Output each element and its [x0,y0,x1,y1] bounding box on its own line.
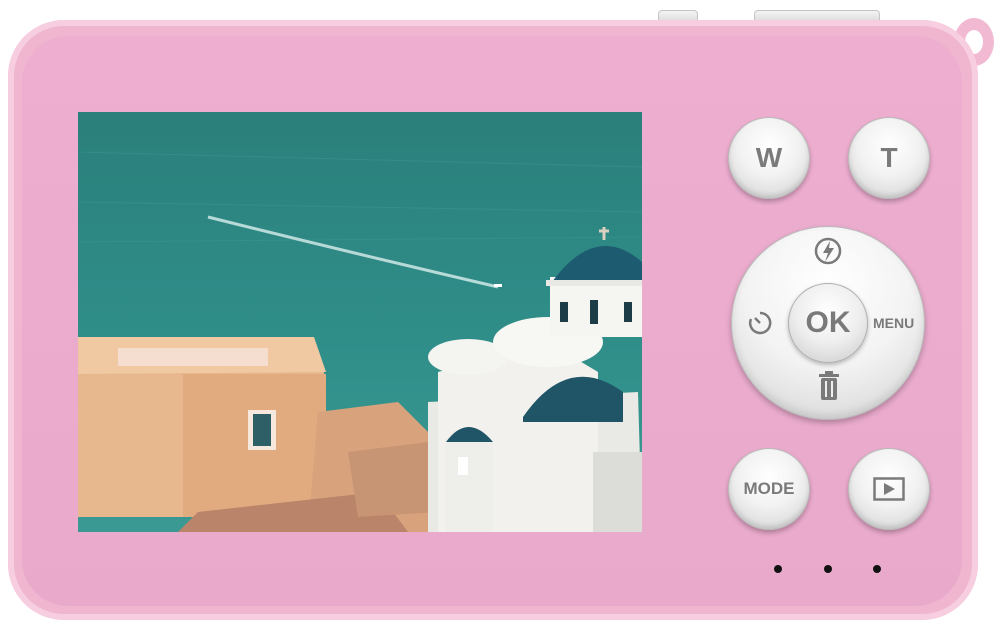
ok-button[interactable]: OK [788,283,868,363]
flash-icon[interactable] [813,236,843,266]
playback-button[interactable] [848,448,930,530]
zoom-tele-label: T [880,142,898,173]
trash-icon[interactable] [816,370,842,402]
playback-icon [873,477,905,501]
zoom-wide-button[interactable]: W [728,117,810,199]
mode-label: MODE [743,479,795,498]
zoom-wide-label: W [755,142,783,173]
screen-photo [78,112,642,532]
self-timer-icon[interactable] [747,310,773,336]
speaker-hole [774,565,782,573]
menu-label[interactable]: MENU [873,315,914,331]
zoom-tele-button[interactable]: T [848,117,930,199]
speaker-hole [873,565,881,573]
ok-label: OK [805,306,851,339]
speaker-hole [824,565,832,573]
mode-button[interactable]: MODE [728,448,810,530]
lcd-screen [78,112,642,532]
